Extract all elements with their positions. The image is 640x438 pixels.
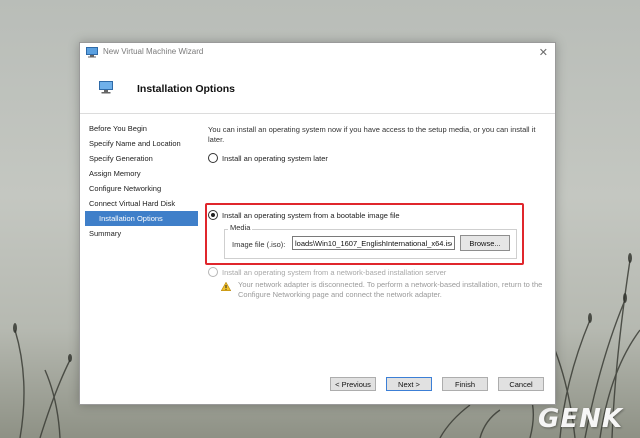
wizard-window: New Virtual Machine Wizard ✕ Installatio…	[79, 42, 556, 405]
finish-button[interactable]: Finish	[442, 377, 488, 391]
nav-step-before-you-begin[interactable]: Before You Begin	[85, 121, 198, 136]
header-divider	[80, 113, 555, 114]
radio-button-disabled	[208, 267, 218, 277]
title-bar[interactable]: New Virtual Machine Wizard ✕	[80, 43, 555, 63]
nav-step-specify-generation[interactable]: Specify Generation	[85, 151, 198, 166]
intro-text: You can install an operating system now …	[208, 125, 536, 144]
radio-install-from-image[interactable]: Install an operating system from a boota…	[208, 210, 400, 220]
monitor-icon	[86, 47, 98, 58]
radio-install-later-label: Install an operating system later	[222, 154, 328, 163]
radio-install-later[interactable]: Install an operating system later	[208, 153, 328, 163]
nav-step-installation-options[interactable]: Installation Options	[85, 211, 198, 226]
nav-step-specify-name[interactable]: Specify Name and Location	[85, 136, 198, 151]
image-file-label: Image file (.iso):	[232, 240, 286, 249]
nav-step-connect-vhd[interactable]: Connect Virtual Hard Disk	[85, 196, 198, 211]
monitor-icon	[99, 81, 113, 94]
watermark-logo: GENK	[538, 404, 624, 434]
window-title: New Virtual Machine Wizard	[103, 47, 204, 56]
close-icon[interactable]: ✕	[539, 46, 548, 59]
nav-step-assign-memory[interactable]: Assign Memory	[85, 166, 198, 181]
radio-install-from-network-label: Install an operating system from a netwo…	[222, 268, 447, 277]
nav-step-summary[interactable]: Summary	[85, 226, 198, 241]
image-file-input[interactable]	[292, 236, 455, 250]
previous-button[interactable]: < Previous	[330, 377, 376, 391]
warning-icon	[221, 282, 231, 291]
cancel-button[interactable]: Cancel	[498, 377, 544, 391]
wizard-steps-nav: Before You Begin Specify Name and Locati…	[85, 121, 198, 241]
radio-button[interactable]	[208, 153, 218, 163]
next-button[interactable]: Next >	[386, 377, 432, 391]
radio-install-from-network: Install an operating system from a netwo…	[208, 267, 446, 277]
page-title: Installation Options	[137, 83, 236, 95]
nav-step-configure-networking[interactable]: Configure Networking	[85, 181, 198, 196]
media-group-label: Media	[228, 223, 253, 232]
radio-install-from-image-label: Install an operating system from a boota…	[222, 211, 400, 220]
radio-button-selected[interactable]	[208, 210, 218, 220]
browse-button[interactable]: Browse...	[460, 235, 510, 251]
network-warning-text: Your network adapter is disconnected. To…	[238, 280, 543, 299]
